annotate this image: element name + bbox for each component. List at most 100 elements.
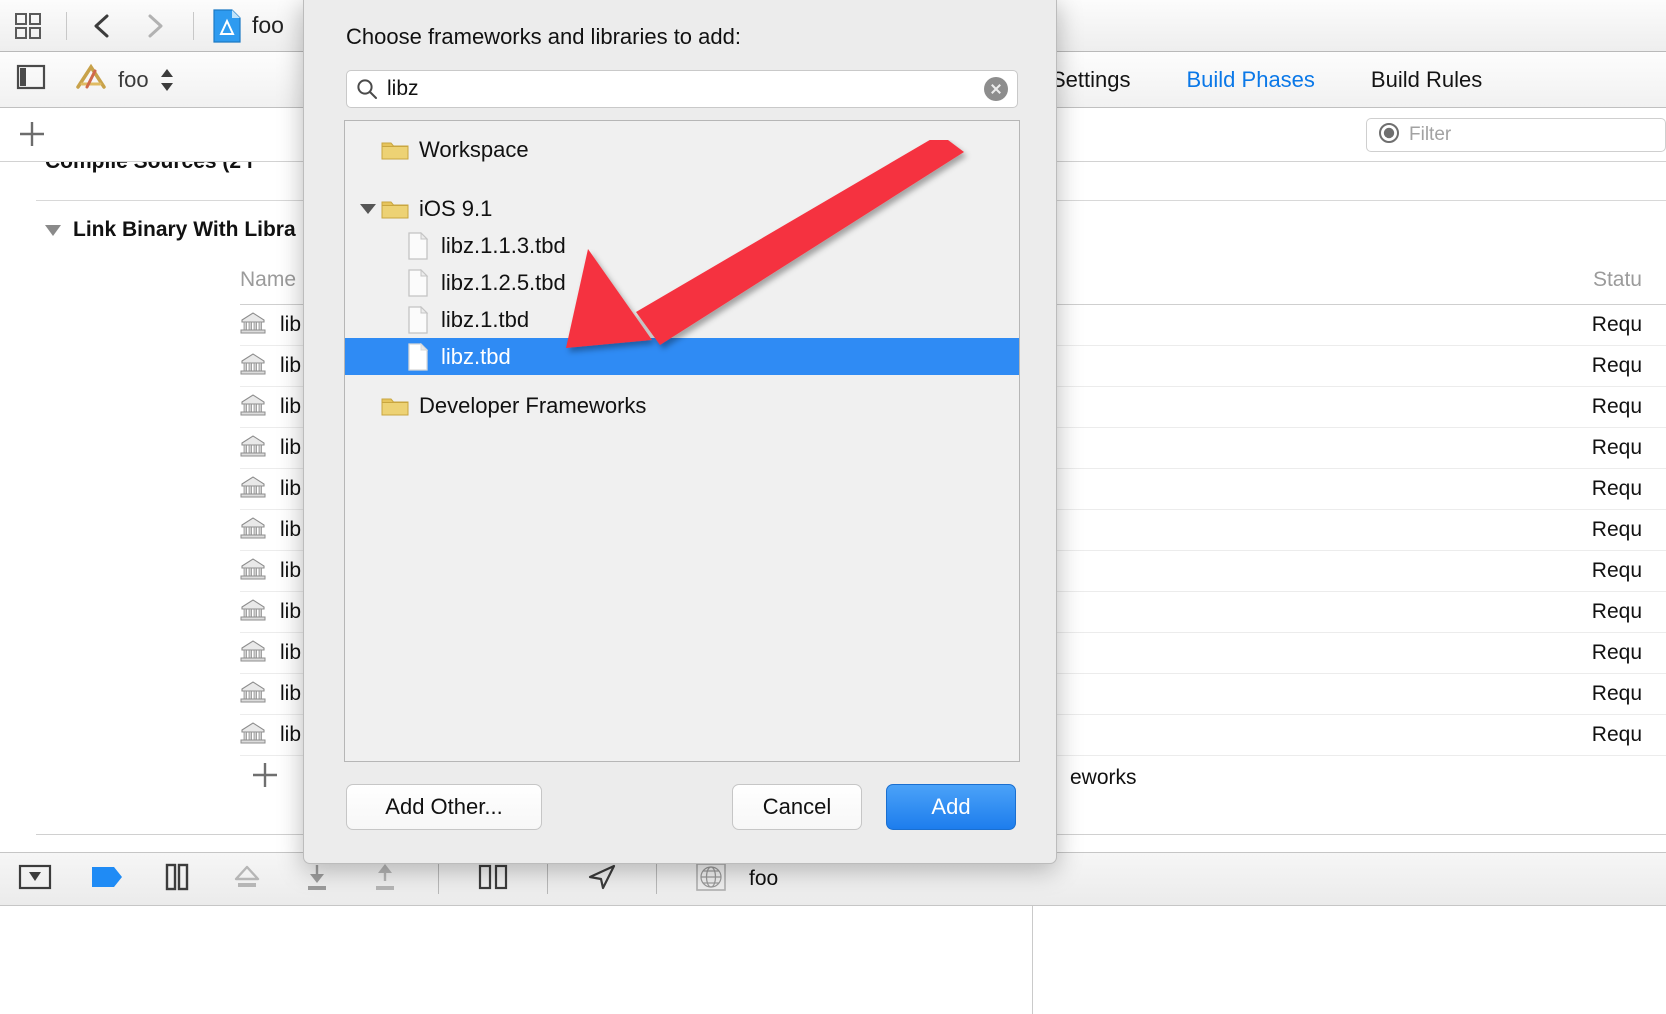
tree-item[interactable]: libz.1.1.3.tbd [345,227,1019,264]
tab-settings[interactable]: Settings [1051,67,1131,93]
library-icon [240,352,266,381]
chevron-down-icon[interactable] [355,203,381,214]
tree-item-label: libz.1.2.5.tbd [441,269,566,295]
library-icon [240,475,266,504]
folder-icon [381,395,419,417]
tab-build-rules[interactable]: Build Rules [1371,67,1482,93]
library-icon [240,598,266,627]
tree-item-label: libz.tbd [441,343,511,369]
library-icon [240,311,266,340]
library-status: Requ [1591,600,1642,623]
tree-item-label: libz.1.tbd [441,306,530,332]
xcode-app-target-icon [74,63,108,96]
library-status: Requ [1591,436,1642,459]
breakpoints-icon[interactable] [90,864,124,895]
search-icon [347,77,387,101]
xcode-window: foo foo Settings Build Phases Build Rule… [0,0,1666,1014]
tree-item[interactable]: iOS 9.1 [345,190,1019,227]
cancel-button[interactable]: Cancel [732,784,862,830]
library-name: lib [280,723,302,746]
file-icon [407,342,441,371]
tab-build-phases[interactable]: Build Phases [1187,67,1315,93]
navigator-toggle-button[interactable] [0,11,56,41]
tree-item[interactable]: libz.1.2.5.tbd [345,264,1019,301]
tree-item-label: iOS 9.1 [419,195,493,221]
debug-toolbar-divider-3 [656,864,657,894]
library-status: Requ [1591,313,1642,336]
tree-item[interactable]: libz.1.tbd [345,301,1019,338]
add-button[interactable]: Add [886,784,1016,830]
step-over-icon[interactable] [230,862,264,897]
library-status: Requ [1591,723,1642,746]
chevron-down-icon[interactable] [45,224,61,236]
toolbar-divider [66,11,67,40]
search-input[interactable]: libz [346,70,1018,108]
search-value: libz [387,77,419,100]
step-into-icon[interactable] [302,862,332,897]
library-status: Requ [1591,354,1642,377]
filter-circle-icon [1377,121,1401,150]
tree-item-selected[interactable]: libz.tbd [345,338,1019,375]
hide-debug-area-icon[interactable] [18,863,52,896]
column-header-name: Name [240,268,297,291]
left-panel-icon[interactable] [16,64,46,95]
project-title: foo [252,12,284,38]
library-status: Requ [1591,395,1642,418]
tree-item-label: Workspace [419,136,529,162]
library-name: lib [280,682,302,705]
location-simulate-icon[interactable] [586,863,618,896]
tree-item[interactable]: Developer Frameworks [345,387,1019,424]
library-status: Requ [1591,477,1642,500]
view-debug-hierarchy-icon[interactable] [477,863,509,896]
tree-item-label: Developer Frameworks [419,392,647,418]
library-icon [240,516,266,545]
add-build-phase-button[interactable] [12,114,52,154]
frameworks-tree[interactable]: Workspace iOS 9.1 libz.1.1.3.tbd libz.1.2.5… [344,120,1020,762]
sheet-button-row: Add Other... Cancel Add [304,780,1058,864]
folder-icon [381,198,419,220]
file-icon [407,268,441,297]
folder-icon [381,139,419,161]
filter-input[interactable]: Filter [1366,118,1666,152]
library-icon [240,680,266,709]
phase-title-link-binary[interactable]: Link Binary With Libra [45,218,296,242]
file-icon [407,231,441,260]
debug-toolbar-divider-2 [547,864,548,894]
xcode-project-file-icon [212,8,242,43]
pause-icon[interactable] [162,862,192,897]
trailing-note: eworks [1070,766,1137,789]
add-library-button[interactable] [250,760,280,799]
back-button[interactable] [77,11,127,41]
library-name: lib [280,313,302,336]
library-name: lib [280,477,302,500]
sheet-title: Choose frameworks and libraries to add: [346,24,741,49]
tree-item[interactable]: Workspace [345,131,1019,168]
tree-item-label: libz.1.1.3.tbd [441,232,566,258]
phase-title-compile-sources[interactable]: Compile Sources (2 i [45,162,253,174]
add-other-button[interactable]: Add Other... [346,784,542,830]
step-out-icon[interactable] [370,862,400,897]
clear-circle-icon[interactable] [984,77,1008,101]
choose-frameworks-sheet: Choose frameworks and libraries to add: … [303,0,1057,864]
library-status: Requ [1591,518,1642,541]
forward-button[interactable] [127,11,183,41]
library-icon [240,639,266,668]
editor-tabs: Settings Build Phases Build Rules [1035,52,1482,108]
library-icon [240,393,266,422]
memory-graph-icon[interactable] [695,862,727,897]
library-status: Requ [1591,682,1642,705]
scheme-name[interactable]: foo [118,67,149,93]
debug-toolbar-divider [438,864,439,894]
filter-placeholder: Filter [1409,124,1452,145]
library-name: lib [280,559,302,582]
library-icon [240,434,266,463]
library-name: lib [280,354,302,377]
library-name: lib [280,600,302,623]
debug-process-label: foo [749,867,779,890]
library-icon [240,721,266,750]
library-name: lib [280,641,302,664]
stepper-up-down-icon[interactable] [159,66,175,94]
phase-title-label: Link Binary With Libra [73,218,296,241]
library-name: lib [280,395,302,418]
library-name: lib [280,518,302,541]
